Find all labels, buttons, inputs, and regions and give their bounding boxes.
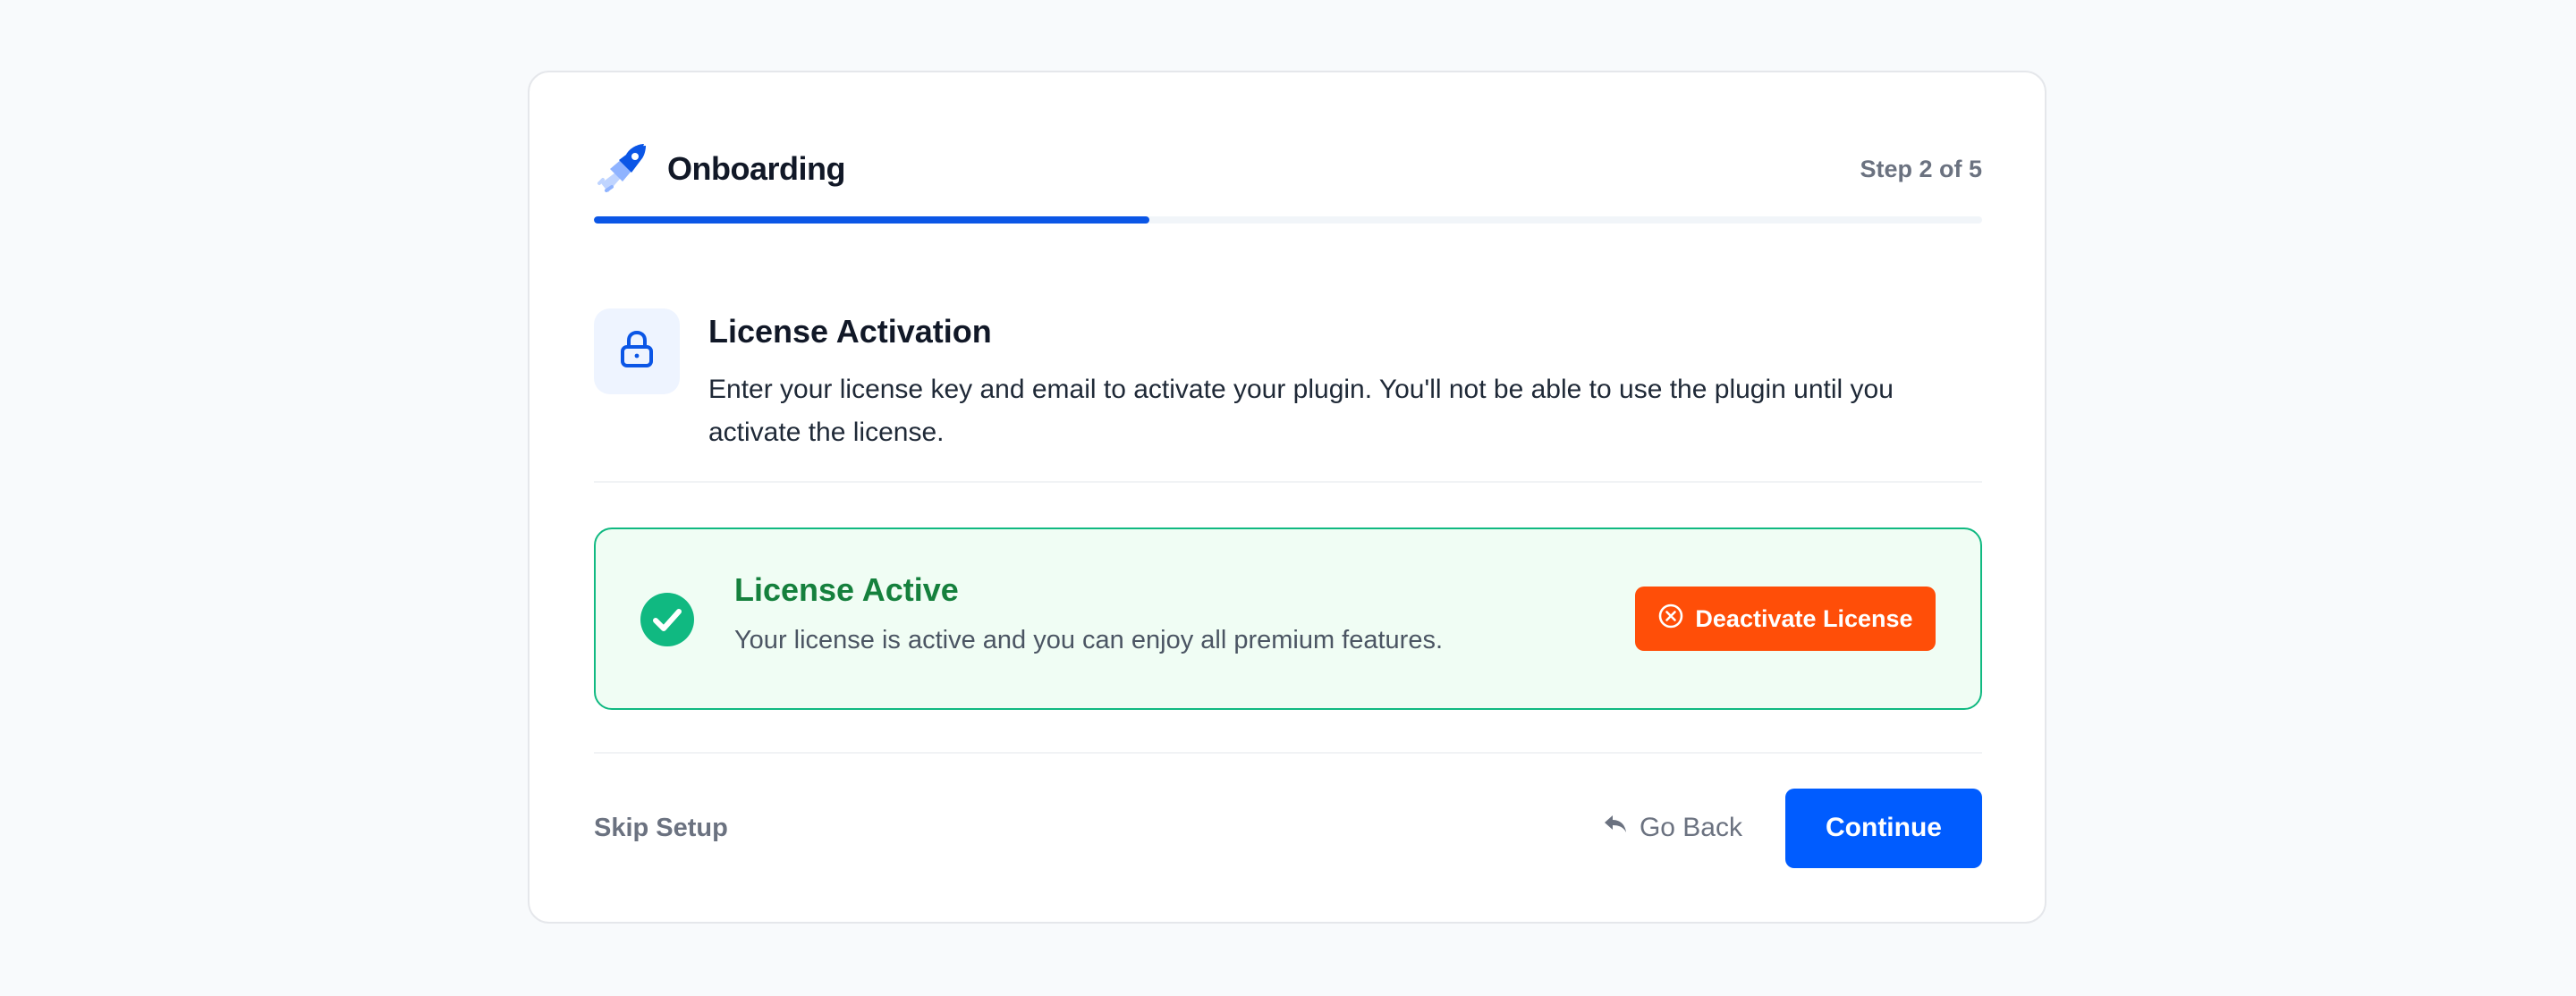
page-title: Onboarding bbox=[667, 150, 845, 187]
deactivate-license-label: Deactivate License bbox=[1695, 604, 1913, 632]
card-header: Onboarding Step 2 of 5 bbox=[594, 137, 1982, 201]
lock-icon-badge bbox=[594, 308, 680, 394]
section-title: License Activation bbox=[708, 313, 992, 350]
brand: Onboarding bbox=[594, 140, 845, 198]
close-circle-icon bbox=[1657, 603, 1684, 636]
deactivate-license-button[interactable]: Deactivate License bbox=[1635, 587, 1936, 651]
license-status-panel: License Active Your license is active an… bbox=[594, 528, 1982, 710]
rocket-icon bbox=[594, 140, 651, 198]
section-description: Enter your license key and email to acti… bbox=[708, 375, 1894, 447]
license-activation-section: License Activation Enter your license ke… bbox=[594, 308, 1982, 452]
footer-actions: Go Back Continue bbox=[1602, 788, 1982, 868]
progress-bar bbox=[594, 216, 1982, 224]
step-indicator: Step 2 of 5 bbox=[1860, 155, 1982, 182]
divider bbox=[594, 752, 1982, 754]
check-circle-icon bbox=[640, 593, 694, 646]
card-footer: Skip Setup Go Back Continue bbox=[594, 788, 1982, 868]
divider bbox=[594, 481, 1982, 483]
lock-icon bbox=[615, 328, 658, 376]
reply-arrow-icon bbox=[1602, 811, 1629, 845]
go-back-label: Go Back bbox=[1639, 813, 1742, 842]
status-text: License Active Your license is active an… bbox=[734, 570, 1443, 658]
onboarding-card: Onboarding Step 2 of 5 License Activatio… bbox=[528, 71, 2046, 924]
status-title: License Active bbox=[734, 571, 959, 608]
skip-setup-link[interactable]: Skip Setup bbox=[594, 814, 728, 843]
continue-button[interactable]: Continue bbox=[1785, 788, 1982, 868]
status-description: Your license is active and you can enjoy… bbox=[734, 626, 1444, 654]
section-text: License Activation Enter your license ke… bbox=[708, 310, 1979, 454]
go-back-button[interactable]: Go Back bbox=[1602, 811, 1742, 845]
progress-fill bbox=[594, 216, 1149, 224]
